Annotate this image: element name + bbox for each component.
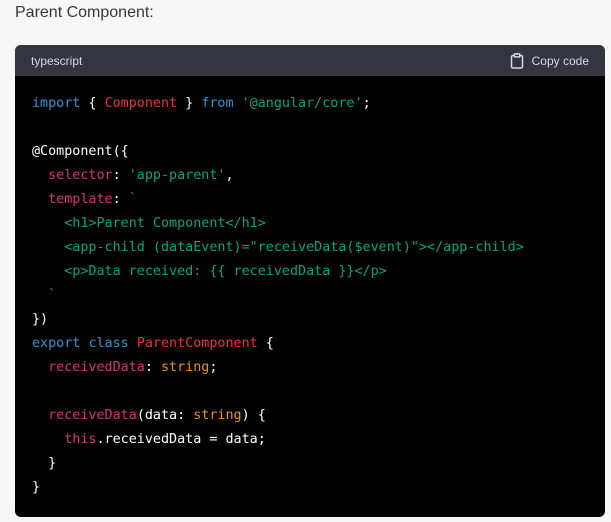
copy-code-button[interactable]: Copy code bbox=[510, 52, 589, 69]
code-token: } bbox=[177, 96, 202, 111]
code-line: this.receivedData = data; bbox=[15, 428, 605, 452]
code-token: } bbox=[32, 480, 41, 495]
code-token: template bbox=[48, 192, 113, 207]
code-token: : bbox=[144, 360, 161, 375]
code-token: <h1>Parent Component</h1> bbox=[32, 216, 266, 231]
section-heading: Parent Component: bbox=[15, 4, 154, 21]
code-token: '@angular/core' bbox=[241, 96, 363, 111]
code-content[interactable]: import { Component } from '@angular/core… bbox=[15, 76, 605, 500]
code-token: .receivedData = data; bbox=[96, 432, 266, 447]
code-token: selector bbox=[48, 168, 113, 183]
code-token: string bbox=[193, 408, 242, 423]
code-token: : bbox=[177, 408, 194, 423]
code-line: ` bbox=[15, 284, 605, 308]
code-token: string bbox=[161, 360, 210, 375]
code-line: } bbox=[15, 452, 605, 476]
code-line: <h1>Parent Component</h1> bbox=[15, 212, 605, 236]
code-token: Component bbox=[104, 96, 178, 111]
code-token: receiveData bbox=[48, 408, 137, 423]
code-line: receiveData(data: string) { bbox=[15, 404, 605, 428]
code-token: ; bbox=[362, 96, 371, 111]
code-token: }) bbox=[32, 312, 49, 327]
code-token: <app-child (dataEvent)="receiveData($eve… bbox=[32, 240, 524, 255]
clipboard-icon bbox=[510, 52, 524, 69]
code-line: @Component({ bbox=[15, 140, 605, 164]
code-token: ( bbox=[136, 408, 145, 423]
code-line: template: ` bbox=[15, 188, 605, 212]
code-token: export bbox=[32, 336, 81, 351]
code-token: ; bbox=[209, 360, 218, 375]
code-line: }) bbox=[15, 308, 605, 332]
code-token: @Component bbox=[32, 144, 113, 159]
code-token: } bbox=[32, 456, 57, 471]
code-token: <p>Data received: {{ receivedData }}</p> bbox=[32, 264, 387, 279]
code-block: typescript Copy code import { Component … bbox=[15, 45, 605, 517]
code-line: selector: 'app-parent', bbox=[15, 164, 605, 188]
code-line: import { Component } from '@angular/core… bbox=[15, 92, 605, 116]
code-token: from bbox=[201, 96, 234, 111]
code-token: ({ bbox=[112, 144, 129, 159]
code-token: : bbox=[112, 192, 129, 207]
code-token: ) { bbox=[241, 408, 266, 423]
code-token: ParentComponent bbox=[136, 336, 258, 351]
code-token: data bbox=[144, 408, 178, 423]
code-token: { bbox=[257, 336, 274, 351]
code-token: , bbox=[225, 168, 234, 183]
code-line: receivedData: string; bbox=[15, 356, 605, 380]
code-line: } bbox=[15, 476, 605, 500]
code-block-header: typescript Copy code bbox=[15, 45, 605, 76]
code-token: ` bbox=[128, 192, 137, 207]
code-token: class bbox=[88, 336, 129, 351]
code-language-label: typescript bbox=[31, 53, 83, 68]
code-line: <app-child (dataEvent)="receiveData($eve… bbox=[15, 236, 605, 260]
code-token: ` bbox=[32, 288, 57, 303]
code-token: : bbox=[112, 168, 129, 183]
copy-code-label: Copy code bbox=[531, 53, 589, 68]
code-token: receivedData bbox=[48, 360, 145, 375]
code-token: { bbox=[80, 96, 105, 111]
code-token: import bbox=[32, 96, 81, 111]
code-token: this bbox=[64, 432, 97, 447]
code-line: <p>Data received: {{ receivedData }}</p> bbox=[15, 260, 605, 284]
code-line: export class ParentComponent { bbox=[15, 332, 605, 356]
code-token: 'app-parent' bbox=[128, 168, 226, 183]
